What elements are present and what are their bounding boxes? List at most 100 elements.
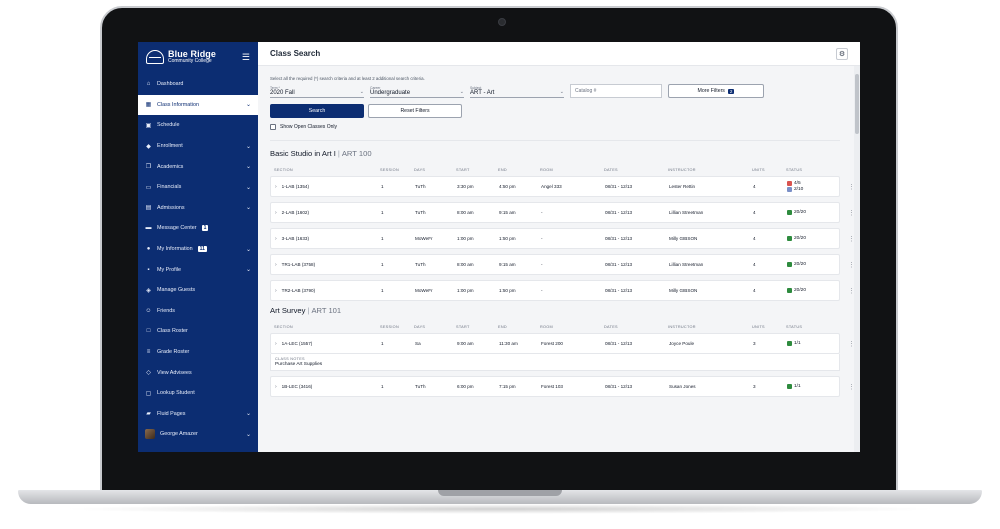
chevron-right-icon[interactable]: ›: [275, 288, 277, 294]
sidebar-item-class-information[interactable]: ▦ Class Information ⌄: [138, 94, 258, 116]
home-icon: ⌂: [146, 81, 151, 88]
topbar: Class Search ⚙: [258, 42, 860, 66]
sidebar-item-fluid-pages[interactable]: ▰ Fluid Pages ⌄: [138, 404, 258, 425]
column-header: UNITS: [752, 325, 765, 329]
days-cell: TuTh: [415, 184, 426, 189]
end-cell: 9:15 am: [499, 262, 516, 267]
sidebar-item-my-profile[interactable]: ▪ My Profile ⌄: [138, 259, 258, 280]
more-options-icon[interactable]: ⋮: [847, 183, 853, 191]
more-options-icon[interactable]: ⋮: [847, 287, 853, 295]
section-link[interactable]: 1A-LEC (1557): [282, 341, 313, 346]
sidebar-item-grade-roster[interactable]: ≡ Grade Roster: [138, 342, 258, 363]
sidebar-item-view-advisees[interactable]: ◇ View Advisees: [138, 362, 258, 383]
chevron-right-icon[interactable]: ›: [275, 384, 277, 390]
chevron-right-icon[interactable]: ›: [275, 210, 277, 216]
reset-filters-button[interactable]: Reset Filters: [368, 104, 462, 118]
sidebar-item-class-roster[interactable]: □ Class Roster: [138, 321, 258, 342]
table-row[interactable]: › TR1-LAB (3758) 1 TuTh 8:00 am 9:15 am - 08/31…: [270, 254, 852, 275]
section-cell: › TR1-LAB (3758): [275, 262, 381, 268]
chat-icon: ▬: [145, 225, 152, 232]
sidebar-item-label: Lookup Student: [157, 390, 195, 397]
chevron-down-icon: ⌄: [245, 411, 251, 418]
table-row[interactable]: › 1A-LEC (1557) 1 Sa 9:00 am 11:30 am Forest 2…: [270, 333, 852, 354]
notification-badge: 11: [197, 246, 207, 253]
chevron-right-icon[interactable]: ›: [275, 184, 277, 190]
status-count: 4/5: [794, 181, 801, 186]
hamburger-menu-icon[interactable]: ☰: [242, 52, 250, 63]
sidebar-item-schedule[interactable]: ▣ Schedule: [138, 115, 258, 136]
sidebar-item-lookup-student[interactable]: ▢ Lookup Student: [138, 383, 258, 404]
sidebar-item-manage-guests[interactable]: ◈ Manage Guests: [138, 280, 258, 301]
checkbox[interactable]: [270, 124, 276, 130]
scroll-thumb[interactable]: [855, 74, 859, 134]
more-options-icon[interactable]: ⋮: [847, 209, 853, 217]
section-link[interactable]: 1B-LEC (3416): [282, 384, 313, 389]
settings-gear-icon[interactable]: ⚙: [836, 47, 848, 60]
roster-icon: □: [146, 328, 151, 335]
dates-cell: 08/31 - 12/13: [605, 288, 633, 293]
column-header: START: [456, 325, 470, 329]
sidebar-item-dashboard[interactable]: ⌂ Dashboard: [138, 74, 258, 95]
sidebar-item-george-amazer[interactable]: George Amazer ⌄: [138, 424, 258, 445]
course-name: Art Survey: [270, 306, 306, 315]
column-header: DAYS: [414, 168, 426, 172]
subject-select[interactable]: Subject ART - Art ⌄: [470, 86, 564, 98]
id-card-icon: ▤: [145, 205, 152, 212]
sidebar-item-label: Message Center: [157, 225, 197, 232]
more-options-icon[interactable]: ⋮: [847, 235, 853, 243]
status-badge: 1/1: [787, 341, 847, 346]
closed-status-icon: [787, 181, 792, 186]
column-header: SECTION: [274, 168, 293, 172]
column-header: DAYS: [414, 325, 426, 329]
table-row[interactable]: › 1-LAB (1354) 1 TuTh 3:30 pm 4:50 pm Angel 33…: [270, 176, 852, 197]
laptop-frame: Blue Ridge Community College ☰ ⌂ Dashboar…: [100, 6, 898, 494]
section-link[interactable]: TR2-LAB (3790): [282, 288, 315, 293]
catalog-number-input[interactable]: Catalog #: [570, 84, 662, 98]
start-cell: 1:00 pm: [457, 236, 474, 241]
more-filters-button[interactable]: More Filters 2: [668, 84, 764, 98]
table-row[interactable]: › 1B-LEC (3416) 1 TuTh 6:00 pm 7:15 pm Forest …: [270, 376, 852, 397]
career-select[interactable]: Career Undergraduate ⌄: [370, 86, 464, 98]
more-options-icon[interactable]: ⋮: [847, 383, 853, 391]
table-row[interactable]: › TR2-LAB (3790) 1 MoWeFr 1:00 pm 1:50 pm - 08/…: [270, 280, 852, 301]
sidebar-item-academics[interactable]: ❐ Academics ⌄: [138, 156, 258, 177]
session-cell: 1: [381, 341, 384, 346]
section-link[interactable]: 2-LAB (1602): [282, 210, 309, 215]
table-row[interactable]: › 2-LAB (1602) 1 TuTh 8:00 am 9:15 am - 08/31 -…: [270, 202, 852, 223]
chevron-down-icon: ⌄: [245, 143, 251, 150]
section-link[interactable]: 1-LAB (1354): [282, 184, 309, 189]
section-link[interactable]: TR1-LAB (3758): [282, 262, 315, 267]
sidebar-item-friends[interactable]: ☺ Friends: [138, 301, 258, 322]
instructor-cell: Lillian Streetman: [669, 210, 704, 215]
sidebar-item-my-information[interactable]: ● My Information 11 ⌄: [138, 239, 258, 260]
chevron-right-icon[interactable]: ›: [275, 262, 277, 268]
column-headers: SECTION SESSION DAYS START END ROOM DATES INSTR…: [270, 321, 840, 333]
course-code: ART 101: [311, 306, 342, 315]
section-cell: › 1A-LEC (1557): [275, 341, 381, 347]
course-title: Basic Studio in Art I | ART 100: [270, 149, 372, 158]
chevron-right-icon[interactable]: ›: [275, 341, 277, 347]
scrollbar[interactable]: [854, 66, 860, 452]
sidebar-item-financials[interactable]: ▭ Financials ⌄: [138, 177, 258, 198]
more-options-icon[interactable]: ⋮: [847, 261, 853, 269]
sidebar-item-admissions[interactable]: ▤ Admissions ⌄: [138, 198, 258, 219]
chevron-down-icon: ⌄: [245, 164, 251, 171]
end-cell: 1:50 pm: [499, 288, 516, 293]
documents-icon: ❐: [145, 164, 152, 171]
sidebar-item-label: Dashboard: [157, 81, 184, 88]
more-options-icon[interactable]: ⋮: [847, 340, 853, 348]
section-link[interactable]: 3-LAB (1633): [282, 236, 309, 241]
term-select[interactable]: Term * 2020 Fall ⌄: [270, 86, 364, 98]
column-header: DATES: [604, 325, 618, 329]
search-button[interactable]: Search: [270, 104, 364, 118]
column-header: UNITS: [752, 168, 765, 172]
credit-card-icon: ▭: [145, 184, 152, 191]
table-row[interactable]: › 3-LAB (1633) 1 MoWeFr 1:00 pm 1:50 pm - 08/31…: [270, 228, 852, 249]
sidebar-item-message-center[interactable]: ▬ Message Center 1: [138, 218, 258, 239]
chevron-right-icon[interactable]: ›: [275, 236, 277, 242]
units-cell: 4: [753, 288, 756, 293]
open-classes-toggle[interactable]: Show Open Classes Only: [270, 124, 840, 130]
sidebar-item-enrollment[interactable]: ◆ Enrollment ⌄: [138, 136, 258, 157]
status-cell: 20/20: [787, 262, 847, 267]
filter-row: Term * 2020 Fall ⌄ Career Undergraduate …: [270, 84, 840, 98]
